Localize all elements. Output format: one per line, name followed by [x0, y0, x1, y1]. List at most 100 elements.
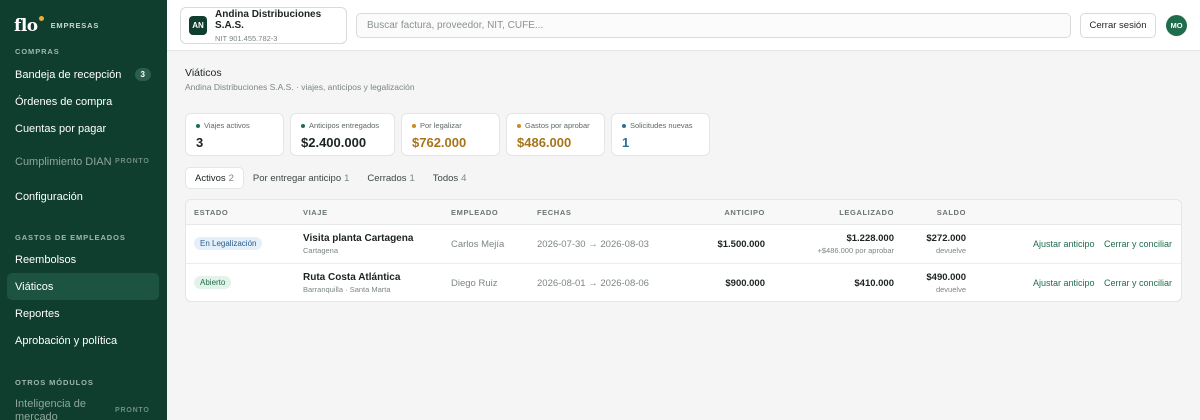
sidebar-item-reembolsos[interactable]: Reembolsos	[7, 246, 159, 273]
company-switcher[interactable]: AN Andina Distribuciones S.A.S. NIT 901.…	[180, 7, 347, 44]
stat-label: Anticipos entregados	[301, 121, 394, 130]
tab-label: Activos	[195, 172, 226, 184]
column-header-viaje: VIAJE	[303, 208, 328, 217]
tab-label: Por entregar anticipo	[252, 172, 342, 184]
close-reconcile-link[interactable]: Cerrar y conciliar	[1104, 278, 1172, 288]
employee-name: Carlos Mejía	[451, 239, 505, 250]
trip-dates: 2026-08-01 → 2026-08-06	[537, 278, 649, 289]
trip-name: Visita planta Cartagena	[303, 233, 414, 244]
adjust-advance-link[interactable]: Ajustar anticipo	[1033, 239, 1095, 249]
balance-note: devuelve	[935, 246, 966, 255]
advance-amount: $1.500.000	[717, 239, 765, 250]
sidebar-item-label: Reembolsos	[15, 253, 77, 266]
trip-cell: Ruta Costa Atlántica Barranquilla · Sant…	[303, 272, 400, 294]
company-name: Andina Distribuciones S.A.S.	[215, 8, 322, 31]
balance-cell: $272.000 devuelve	[926, 233, 966, 255]
sidebar-item-label: Aprobación y política	[15, 334, 118, 347]
column-header-estado: ESTADO	[194, 208, 229, 217]
trips-table: ESTADO VIAJE EMPLEADO FECHAS ANTICIPO LE…	[185, 199, 1182, 302]
stat-value: $486.000	[517, 135, 572, 150]
balance-amount: $272.000	[926, 233, 966, 244]
logo-dot-icon	[38, 15, 44, 21]
stat-card: Viajes activos 3	[185, 113, 284, 156]
stat-label-text: Anticipos entregados	[309, 121, 380, 130]
status-dot-icon	[301, 123, 305, 128]
sidebar-item-ordenes[interactable]: Órdenes de compra	[7, 88, 159, 115]
column-header-saldo: SALDO	[936, 208, 966, 217]
section-title-gastos: GASTOS DE EMPLEADOS	[15, 233, 126, 242]
brand-tag: EMPRESAS	[50, 21, 100, 30]
legalized-amount: $410.000	[854, 278, 894, 289]
table-row[interactable]: Abierto Ruta Costa Atlántica Barranquill…	[186, 264, 1181, 303]
search-input[interactable]	[356, 13, 1071, 38]
sidebar-item-configuracion[interactable]: Configuración	[7, 183, 159, 210]
status-dot-icon	[196, 123, 200, 128]
sidebar-item-label: Cumplimiento DIAN	[15, 155, 112, 168]
adjust-advance-link[interactable]: Ajustar anticipo	[1033, 278, 1095, 288]
filter-tabs: Activos 2 Por entregar anticipo 1 Cerrados…	[185, 167, 475, 189]
sidebar-item-bandeja[interactable]: Bandeja de recepción 3	[7, 61, 159, 88]
legalized-note: +$486.000 por aprobar	[817, 246, 894, 255]
sidebar-item-label: Cuentas por pagar	[15, 122, 107, 135]
sidebar-item-label: Viáticos	[15, 280, 54, 293]
stat-label-text: Viajes activos	[204, 121, 250, 130]
status-badge: Abierto	[194, 276, 232, 289]
column-header-legalizado: LEGALIZADO	[839, 208, 894, 217]
tab-count: 1	[344, 172, 350, 184]
page-subtitle: Andina Distribuciones S.A.S. · viajes, a…	[185, 82, 415, 92]
tab-cerrados[interactable]: Cerrados 1	[358, 167, 423, 189]
advance-amount: $900.000	[725, 278, 765, 289]
trip-name: Ruta Costa Atlántica	[303, 272, 401, 283]
section-title-compras: COMPRAS	[15, 47, 60, 56]
stat-card: Solicitudes nuevas 1	[611, 113, 710, 156]
close-reconcile-link[interactable]: Cerrar y conciliar	[1104, 239, 1172, 249]
status-badge: En Legalización	[194, 237, 263, 250]
tab-todos[interactable]: Todos 4	[424, 167, 476, 189]
sidebar-item-aprobacion[interactable]: Aprobación y política	[7, 327, 159, 354]
soon-tag: PRONTO	[115, 158, 150, 165]
sidebar-item-label: Configuración	[15, 190, 83, 203]
tab-activos[interactable]: Activos 2	[185, 167, 244, 189]
sidebar-item-reportes[interactable]: Reportes	[7, 300, 159, 327]
brand[interactable]: flo EMPRESAS	[0, 0, 167, 38]
legalized-amount: $1.228.000	[846, 233, 894, 244]
balance-note: devuelve	[935, 285, 966, 294]
balance-amount: $490.000	[926, 272, 966, 283]
sidebar: flo EMPRESAS COMPRAS Bandeja de recepció…	[0, 0, 167, 420]
table-header: ESTADO VIAJE EMPLEADO FECHAS ANTICIPO LE…	[186, 200, 1181, 225]
sidebar-item-inteligencia[interactable]: Inteligencia de mercado	[7, 398, 107, 420]
section-title-otros: OTROS MÓDULOS	[15, 378, 94, 387]
sidebar-item-label: Inteligencia de mercado	[15, 398, 86, 420]
stat-label: Solicitudes nuevas	[622, 121, 709, 130]
company-avatar: AN	[189, 16, 208, 35]
tab-label: Cerrados	[367, 172, 407, 184]
trip-dates: 2026-07-30 → 2026-08-03	[537, 239, 649, 250]
tab-count: 1	[409, 172, 415, 184]
column-header-fechas: FECHAS	[537, 208, 572, 217]
sidebar-item-cuentas[interactable]: Cuentas por pagar	[7, 115, 159, 142]
status-dot-icon	[622, 123, 626, 128]
count-badge: 3	[134, 68, 151, 81]
column-header-empleado: EMPLEADO	[451, 208, 499, 217]
employee-name: Diego Ruiz	[451, 278, 498, 289]
status-dot-icon	[412, 123, 416, 128]
logout-button[interactable]: Cerrar sesión	[1080, 13, 1156, 38]
sidebar-item-viaticos[interactable]: Viáticos	[7, 273, 159, 300]
tab-label: Todos	[432, 172, 459, 184]
trip-destination: Cartagena	[303, 246, 339, 255]
tab-por-entregar[interactable]: Por entregar anticipo 1	[244, 167, 359, 189]
logo-text: flo	[14, 15, 38, 36]
page-title: Viáticos	[185, 67, 222, 79]
stat-label: Por legalizar	[412, 121, 499, 130]
user-avatar[interactable]: MO	[1166, 15, 1187, 36]
sidebar-item-dian[interactable]: Cumplimiento DIAN	[7, 148, 117, 176]
soon-tag: PRONTO	[115, 407, 150, 414]
topbar: AN Andina Distribuciones S.A.S. NIT 901.…	[167, 0, 1200, 51]
sidebar-item-label: Reportes	[15, 307, 60, 320]
table-row[interactable]: En Legalización Visita planta Cartagena …	[186, 225, 1181, 264]
stat-value: 1	[622, 135, 630, 150]
sidebar-item-label: Órdenes de compra	[15, 95, 113, 108]
company-info: Andina Distribuciones S.A.S. NIT 901.455…	[215, 9, 346, 43]
stat-label-text: Por legalizar	[420, 121, 462, 130]
sidebar-item-label: Bandeja de recepción	[15, 68, 122, 81]
